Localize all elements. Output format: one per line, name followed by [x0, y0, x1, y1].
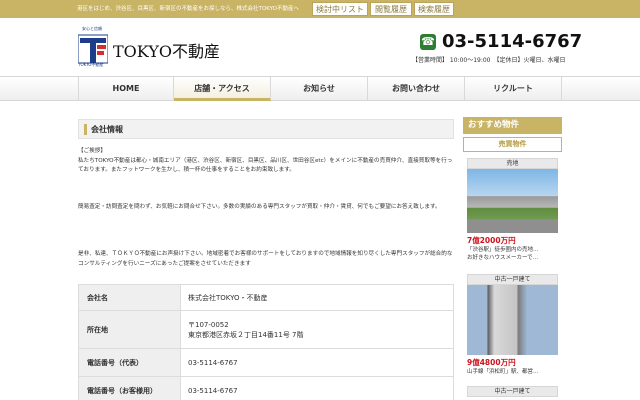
- address: 東京都港区赤坂２丁目14番11号 7階: [188, 330, 304, 339]
- consulting-paragraph: 是非、私達、ＴＯＫＹＯ不動産にお声掛け下さい。地域密着でお客様のサポートをしてお…: [78, 251, 453, 267]
- property-card[interactable]: 中古一戸建て 9億4800万円 山手線「浜松町」駅、都営…: [467, 274, 558, 376]
- row-label: 電話番号（代表）: [78, 348, 181, 377]
- property-price: 9億4800万円: [467, 358, 516, 367]
- site-description: 港区をはじめ、渋谷区、目黒区、新宿区の不動産をお探しなら、株式会社TOKYO不動…: [77, 6, 299, 12]
- property-type: 売地: [467, 158, 558, 169]
- recommended-heading: おすすめ物件: [463, 117, 562, 134]
- nav-news[interactable]: お知らせ: [271, 77, 368, 101]
- postal-code: 〒107-0052: [188, 320, 229, 329]
- row-label: 所在地: [78, 310, 181, 349]
- row-label: 電話番号（お客様用）: [78, 376, 181, 400]
- property-description: お好きなハウスメーカーで…: [467, 255, 539, 261]
- business-hours: 【営業時間】 10:00〜19:00 【定休日】火曜日、水曜日: [412, 57, 566, 64]
- row-value: 03-5114-6767: [180, 348, 454, 377]
- company-info-table: 会社名 株式会社TOKYO・不動産 所在地 〒107-0052 東京都港区赤坂２…: [78, 284, 454, 400]
- property-type: 中古一戸建て: [467, 386, 558, 397]
- property-photo[interactable]: [467, 285, 558, 355]
- property-type: 中古一戸建て: [467, 274, 558, 285]
- sale-properties-heading[interactable]: 売買物件: [463, 137, 562, 152]
- nav-contact[interactable]: お問い合わせ: [368, 77, 465, 101]
- title-accent-bar: [84, 124, 87, 135]
- phone-icon: ☎: [420, 34, 436, 50]
- table-row: 電話番号（お客様用） 03-5114-6767: [78, 376, 454, 400]
- nav-recruit[interactable]: リクルート: [465, 77, 562, 101]
- greeting-text: 私たちTOKYO不動産は都心・城南エリア（港区、渋谷区、新宿区、目黒区、品川区、…: [78, 157, 453, 174]
- table-row: 所在地 〒107-0052 東京都港区赤坂２丁目14番11号 7階: [78, 310, 454, 349]
- browsing-history-button[interactable]: 閲覧履歴: [370, 2, 412, 16]
- table-row: 会社名 株式会社TOKYO・不動産: [78, 284, 454, 311]
- nav-home[interactable]: HOME: [78, 77, 174, 101]
- main-nav: HOME 店舗・アクセス お知らせ お問い合わせ リクルート: [0, 76, 640, 101]
- search-history-button[interactable]: 検索履歴: [414, 2, 454, 16]
- watchlist-button[interactable]: 検討中リスト: [312, 2, 368, 16]
- section-title: 会社情報: [78, 119, 454, 139]
- row-label: 会社名: [78, 284, 181, 311]
- greeting-label: 【ご挨拶】: [78, 148, 106, 154]
- property-card[interactable]: 中古一戸建て: [467, 386, 558, 397]
- greeting-paragraph: 【ご挨拶】 私たちTOKYO不動産は都心・城南エリア（港区、渋谷区、新宿区、目黒…: [78, 147, 456, 176]
- logo-slogan: 安心と信頼: [82, 26, 102, 31]
- top-bar: 港区をはじめ、渋谷区、目黒区、新宿区の不動産をお探しなら、株式会社TOKYO不動…: [0, 0, 640, 18]
- property-description[interactable]: 「渋谷駅」徒歩圏内の売地…: [467, 246, 558, 254]
- phone-number[interactable]: 03-5114-6767: [442, 31, 582, 52]
- row-value: 〒107-0052 東京都港区赤坂２丁目14番11号 7階: [180, 310, 454, 349]
- logo-text[interactable]: TOKYO不動産: [113, 38, 220, 62]
- property-description[interactable]: 山手線「浜松町」駅、都営…: [467, 368, 558, 376]
- property-price: 7億2000万円: [467, 236, 516, 245]
- section-title-text: 会社情報: [91, 125, 123, 134]
- nav-store-access[interactable]: 店舗・アクセス: [174, 77, 271, 101]
- table-row: 電話番号（代表） 03-5114-6767: [78, 348, 454, 377]
- logo-mark[interactable]: [77, 29, 109, 65]
- property-card[interactable]: 売地 7億2000万円 「渋谷駅」徒歩圏内の売地… お好きなハウスメーカーで…: [467, 158, 558, 262]
- row-value: 03-5114-6767: [180, 376, 454, 400]
- logo-tagline: TOKYO不動産: [78, 62, 104, 67]
- row-value: 株式会社TOKYO・不動産: [180, 284, 454, 311]
- assessment-paragraph: 簡易査定・訪問査定を問わず、お気軽にお問合せ下さい。多数の実績のある専門スタッフ…: [78, 204, 441, 210]
- property-photo[interactable]: [467, 169, 558, 233]
